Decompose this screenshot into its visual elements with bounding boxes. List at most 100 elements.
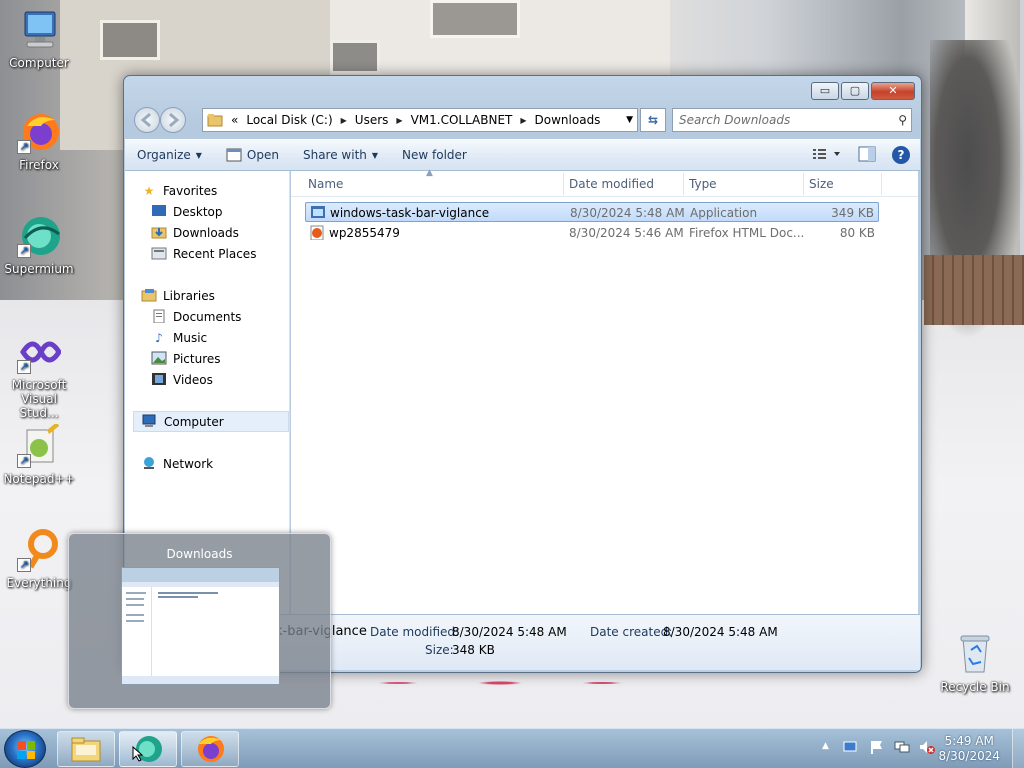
supermium-icon: ↗ [17,214,61,258]
videos-icon [151,372,167,388]
new-folder-button[interactable]: New folder [390,148,479,162]
desktop-icon-firefox[interactable]: ↗ Firefox [0,110,78,172]
show-desktop-button[interactable] [1012,729,1024,768]
taskbar-thumbnail-preview[interactable]: Downloads [68,533,331,709]
nav-favorites[interactable]: ★ Favorites [141,180,305,201]
file-size: 349 KB [831,206,874,220]
application-icon [311,206,325,218]
wallpaper-window [100,20,160,60]
minimize-button[interactable]: ▭ [811,82,839,100]
breadcrumb-users[interactable]: Users [355,113,389,127]
column-divider[interactable] [563,173,564,195]
network-status-icon[interactable] [894,739,910,758]
wallpaper-fence [924,255,1024,325]
nav-libraries[interactable]: Libraries [141,285,305,306]
windows-logo-icon [17,741,35,759]
action-center-icon[interactable] [842,739,858,758]
desktop-icon-label: Computer [9,56,69,70]
thumbnail-nav-line [126,620,144,622]
file-row[interactable]: windows-task-bar-viglance 8/30/2024 5:48… [305,202,879,222]
nav-downloads-label: Downloads [173,225,239,240]
desktop-icon [151,204,167,220]
column-name[interactable]: Name [308,177,343,191]
column-date-modified[interactable]: Date modified [569,177,654,191]
breadcrumb-vm1-collabnet[interactable]: VM1.COLLABNET [411,113,513,127]
thumbnail-nav [122,587,152,679]
shortcut-arrow-icon: ↗ [17,558,31,572]
desktop-icon-computer[interactable]: Computer [0,8,78,70]
recent-places-icon [151,246,167,262]
column-divider[interactable] [881,173,882,195]
organize-button[interactable]: Organize ▼ [125,148,214,162]
breadcrumb-downloads[interactable]: Downloads [535,113,601,127]
column-type[interactable]: Type [689,177,717,191]
start-button[interactable] [4,730,46,768]
file-date: 8/30/2024 5:46 AM [569,226,684,240]
thumbnail-image[interactable] [121,567,280,685]
nav-recent-places-label: Recent Places [173,246,257,261]
taskbar-clock[interactable]: 5:49 AM 8/30/2024 [938,734,1000,764]
search-input[interactable]: Search Downloads ⚲ [672,108,912,132]
organize-label: Organize [137,148,191,162]
breadcrumb-local-disk[interactable]: Local Disk (C:) [246,113,332,127]
breadcrumb-separator-icon[interactable]: ▶ [396,116,402,125]
wallpaper-house [330,0,670,80]
breadcrumb-separator-icon[interactable]: ▶ [520,116,526,125]
maximize-button[interactable]: ▢ [841,82,869,100]
close-button[interactable]: ✕ [871,82,915,100]
star-icon: ★ [143,183,155,198]
downloads-folder-icon [151,225,167,241]
search-icon[interactable]: ⚲ [898,109,907,131]
column-size[interactable]: Size [809,177,834,191]
column-divider[interactable] [803,173,804,195]
thumbnail-titlebar [122,568,279,582]
forward-arrow-icon [169,112,180,128]
change-view-button[interactable] [812,147,842,164]
nav-libraries-label: Libraries [163,288,215,303]
back-button[interactable] [134,107,160,133]
volume-muted-icon[interactable] [918,739,936,758]
desktop-icon-supermium[interactable]: ↗ Supermium [0,214,78,276]
firefox-icon [198,736,224,762]
view-details-icon [813,148,840,159]
desktop-icon-label: Firefox [19,158,59,172]
nav-computer-label: Computer [164,414,224,429]
refresh-button[interactable]: ⇆ [640,108,666,132]
address-overflow-chevron[interactable]: « [231,113,238,127]
file-row[interactable]: wp2855479 8/30/2024 5:46 AM Firefox HTML… [305,223,879,243]
network-icon [141,456,157,472]
address-bar[interactable]: « Local Disk (C:) ▶ Users ▶ VM1.COLLABNE… [202,108,638,132]
address-dropdown-icon[interactable]: ▼ [626,115,633,125]
refresh-icon: ⇆ [647,113,659,127]
breadcrumb-separator-icon[interactable]: ▶ [341,116,347,125]
visual-studio-icon: ↗ [17,330,62,374]
forward-button[interactable] [160,107,186,133]
computer-icon [17,8,61,52]
column-divider[interactable] [683,173,684,195]
taskbar-explorer-button[interactable] [57,731,115,767]
preview-pane-button[interactable] [858,146,876,165]
wallpaper-post [965,0,1020,270]
navigation-row: « Local Disk (C:) ▶ Users ▶ VM1.COLLABNE… [132,107,913,133]
share-with-button[interactable]: Share with ▼ [291,148,390,162]
nav-music-label: Music [173,330,208,345]
thumbnail-nav-line [126,592,146,594]
thumbnail-nav-line [126,604,144,606]
taskbar-firefox-button[interactable] [181,731,239,767]
music-icon: ♪ [155,330,163,345]
taskbar-supermium-button[interactable] [119,731,177,767]
desktop-icon-recycle-bin[interactable]: Recycle Bin [936,632,1014,694]
help-icon[interactable]: ? [892,146,910,164]
file-list: Name ▲ Date modified Type Size windows-t… [291,168,918,614]
desktop-icon-everything[interactable]: ↗ Everything [0,528,78,590]
desktop-icon-visual-studio[interactable]: ↗ Microsoft Visual Stud... [0,330,78,420]
open-button[interactable]: Open [214,148,291,162]
flag-icon[interactable] [868,739,884,758]
nav-network[interactable]: Network [141,453,305,474]
show-hidden-icons-icon[interactable]: ▲ [822,741,829,751]
taskbar: ▲ 5:49 AM 8/30/2024 [0,728,1024,768]
desktop-icon-label: Microsoft Visual Stud... [11,378,67,420]
desktop-icon-notepadpp[interactable]: ↗ Notepad++ [0,422,78,486]
nav-computer[interactable]: Computer [133,411,289,432]
open-label: Open [246,148,279,162]
